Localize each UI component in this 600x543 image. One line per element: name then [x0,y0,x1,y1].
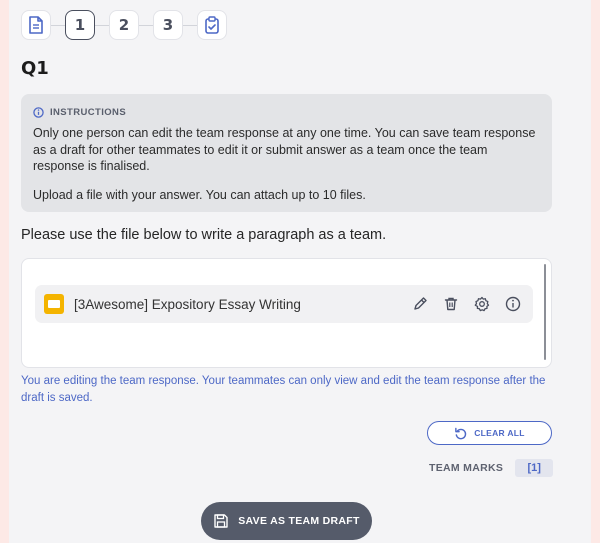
step-1[interactable]: 1 [65,10,95,40]
stepper-connector [183,25,197,26]
save-team-draft-label: SAVE AS TEAM DRAFT [238,515,360,527]
question-prompt: Please use the file below to write a par… [21,227,387,243]
trash-icon [444,297,458,311]
stepper-connector [51,25,65,26]
clear-all-button[interactable]: CLEAR ALL [427,421,552,445]
instructions-heading: INSTRUCTIONS [50,106,127,118]
file-actions [399,294,523,314]
clipboard-check-icon [205,16,219,34]
file-item[interactable]: [3Awesome] Expository Essay Writing [35,285,533,323]
instructions-paragraph: Only one person can edit the team respon… [33,126,536,173]
instructions-box: INSTRUCTIONS Only one person can edit th… [21,94,552,212]
edit-icon [414,297,427,310]
scrollbar[interactable] [544,264,546,360]
step-2[interactable]: 2 [109,10,139,40]
slides-file-icon [44,294,64,314]
file-settings-button[interactable] [472,294,492,314]
step-3[interactable]: 3 [153,10,183,40]
undo-icon [455,427,467,439]
question-title: Q1 [21,58,49,79]
info-icon [505,296,521,312]
instructions-body: Only one person can edit the team respon… [33,125,540,203]
editing-notice: You are editing the team response. Your … [21,375,546,404]
team-marks-value: [1] [515,459,554,477]
info-icon [33,106,44,118]
stepper-connector [95,25,109,26]
step-submit[interactable] [197,10,227,40]
delete-file-button[interactable] [441,294,461,314]
instructions-paragraph: Upload a file with your answer. You can … [33,187,366,202]
settings-icon [474,296,490,312]
stepper-connector [139,25,153,26]
save-team-draft-button[interactable]: SAVE AS TEAM DRAFT [201,502,372,540]
instructions-header: INSTRUCTIONS [33,105,540,119]
file-info-button[interactable] [503,294,523,314]
save-icon [214,514,228,528]
document-icon [29,16,43,34]
team-marks: TEAM MARKS [1] [429,459,554,477]
file-name[interactable]: [3Awesome] Expository Essay Writing [74,297,399,312]
edit-file-button[interactable] [410,294,430,314]
clear-all-label: CLEAR ALL [474,428,525,438]
team-marks-label: TEAM MARKS [429,462,504,474]
step-overview[interactable] [21,10,51,40]
attached-files-panel: [3Awesome] Expository Essay Writing [21,258,552,368]
